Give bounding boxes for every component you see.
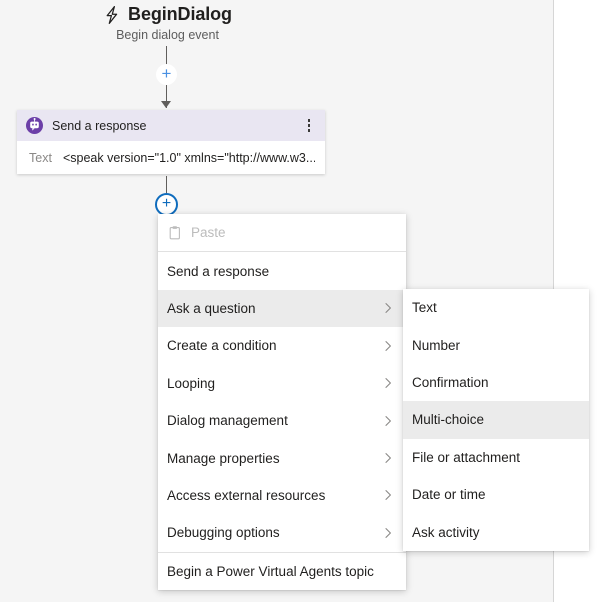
chevron-right-icon [381,376,395,390]
chevron-right-icon [381,488,395,502]
plus-icon: + [161,64,172,83]
menu-item-create-a-condition[interactable]: Create a condition [158,327,406,364]
more-vertical-icon[interactable] [301,115,317,137]
menu-item-label: Manage properties [167,450,280,466]
action-card-body-label: Text [29,150,52,165]
menu-item-label: Paste [191,225,226,241]
submenu-item-ask-activity[interactable]: Ask activity [403,513,589,550]
lightning-bolt-icon [103,5,121,25]
submenu-item-confirmation[interactable]: Confirmation [403,364,589,401]
menu-item-ask-a-question[interactable]: Ask a question [158,289,406,328]
menu-item-send-a-response[interactable]: Send a response [158,252,406,289]
menu-item-label: Send a response [167,263,270,279]
submenu-item-date-or-time[interactable]: Date or time [403,476,589,513]
trigger-title-text: BeginDialog [128,4,232,24]
action-card-send-a-response[interactable]: Send a response Text <speak version="1.0… [17,110,325,174]
trigger-node[interactable]: BeginDialog Begin dialog event [0,4,335,42]
menu-item-dialog-management[interactable]: Dialog management [158,402,406,439]
submenu-item-text[interactable]: Text [403,289,589,326]
menu-item-label: Create a condition [167,338,277,354]
submenu-item-label: Multi-choice [412,412,485,428]
submenu-item-label: Text [412,300,437,316]
menu-item-access-external-resources[interactable]: Access external resources [158,477,406,514]
chevron-right-icon [381,339,395,353]
bot-response-icon [26,117,43,134]
submenu-item-number[interactable]: Number [403,326,589,363]
trigger-title-row: BeginDialog [0,4,335,25]
chevron-right-icon [381,414,395,428]
trigger-subtitle: Begin dialog event [116,28,219,42]
action-card-body[interactable]: Text <speak version="1.0" xmlns="http://… [17,141,325,174]
action-card-body-value: <speak version="1.0" xmlns="http://www.w… [62,150,315,165]
menu-item-debugging-options[interactable]: Debugging options [158,514,406,551]
submenu-item-file-or-attachment[interactable]: File or attachment [403,439,589,476]
submenu-item-label: Confirmation [412,374,489,390]
dot [307,124,311,127]
submenu-item-label: Ask activity [412,524,480,540]
menu-item-looping[interactable]: Looping [158,365,406,402]
submenu-item-label: Number [412,337,461,353]
chevron-right-icon [381,526,395,540]
submenu-item-label: File or attachment [412,449,521,465]
dot [307,129,311,132]
context-submenu-ask-a-question[interactable]: Text Number Confirmation Multi-choice File o… [403,289,589,551]
add-node-button-active[interactable]: + [155,193,178,216]
dot [307,119,311,122]
menu-item-paste: Paste [158,214,406,251]
menu-item-label: Debugging options [167,525,280,541]
submenu-item-label: Date or time [412,487,486,503]
menu-item-label: Begin a Power Virtual Agents topic [167,563,374,579]
submenu-item-multi-choice[interactable]: Multi-choice [403,401,589,439]
plus-icon: + [161,194,172,212]
action-card-header: Send a response [17,110,325,141]
clipboard-icon [167,225,183,241]
connector-arrow-top [161,101,171,108]
menu-item-label: Looping [167,375,216,391]
action-card-title: Send a response [52,118,147,133]
menu-item-begin-a-power-virtual-agents-topic[interactable]: Begin a Power Virtual Agents topic [158,553,406,590]
add-node-button-top[interactable]: + [156,64,177,85]
menu-item-label: Access external resources [167,487,326,503]
menu-item-label: Dialog management [167,413,288,429]
chevron-right-icon [381,301,395,315]
context-menu[interactable]: Paste Send a response Ask a question Create… [158,214,406,590]
chevron-right-icon [381,451,395,465]
menu-item-manage-properties[interactable]: Manage properties [158,439,406,476]
menu-item-label: Ask a question [167,300,256,316]
